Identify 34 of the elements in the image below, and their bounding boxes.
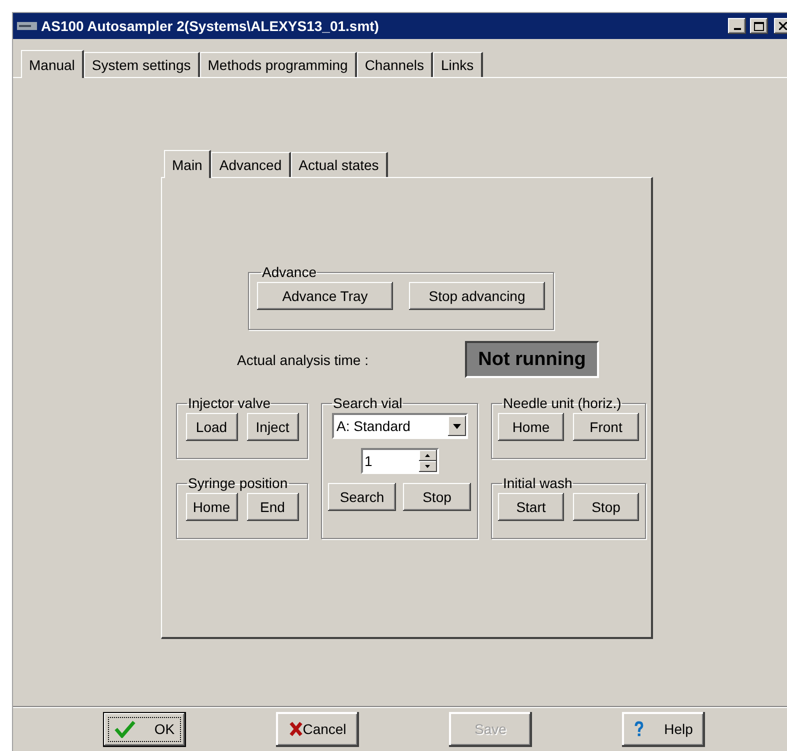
group-label: Syringe position xyxy=(187,475,289,491)
action-button[interactable]: Home xyxy=(186,493,238,521)
tab[interactable]: Methods programming xyxy=(200,52,357,77)
tab[interactable]: Main xyxy=(164,150,212,178)
tab[interactable]: Advanced xyxy=(211,152,291,177)
cancel-button[interactable]: Cancel xyxy=(276,712,359,746)
action-button[interactable]: End xyxy=(246,493,298,521)
tab[interactable]: Actual states xyxy=(290,152,388,177)
group-label: Injector valve xyxy=(187,395,272,411)
action-button[interactable]: Front xyxy=(573,413,639,441)
action-button[interactable]: Stop xyxy=(573,493,639,521)
help-button[interactable]: Help xyxy=(622,712,705,746)
tab[interactable]: Links xyxy=(432,52,483,77)
tab[interactable]: Manual xyxy=(21,50,84,78)
group-label: Advance xyxy=(261,264,318,280)
action-button[interactable]: Advance Tray xyxy=(257,282,393,310)
action-button[interactable]: Home xyxy=(498,413,564,441)
vial-number-field[interactable]: 1 xyxy=(360,448,438,474)
action-button[interactable]: Stop xyxy=(403,483,471,511)
action-button[interactable]: Stop advancing xyxy=(409,282,545,310)
action-button[interactable]: Search xyxy=(328,483,396,511)
group-label: Initial wash xyxy=(502,475,574,491)
action-button[interactable]: Inject xyxy=(246,413,298,441)
analysis-time-label: Actual analysis time : xyxy=(237,352,370,368)
action-button[interactable]: Start xyxy=(498,493,564,521)
ok-button[interactable]: OK xyxy=(103,712,186,746)
vial-dropdown[interactable]: A: Standard xyxy=(332,413,468,439)
tab[interactable]: Channels xyxy=(356,52,433,77)
group-label: Search vial xyxy=(332,395,404,411)
status-display: Not running xyxy=(465,341,599,378)
window-title: AS100 Autosampler 2(Systems\ALEXYS13_01.smt) xyxy=(41,18,380,34)
action-button[interactable]: Load xyxy=(186,413,238,441)
group-label: Needle unit (horiz.) xyxy=(502,395,622,411)
tab[interactable]: System settings xyxy=(84,52,200,77)
